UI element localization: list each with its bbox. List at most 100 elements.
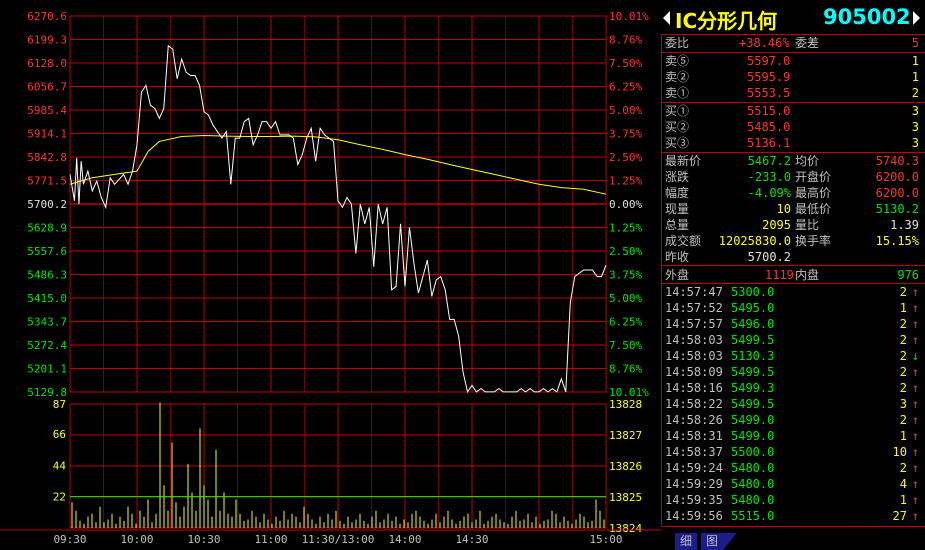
tick-volume: 2 [899,349,907,363]
ask-row: 卖① 5553.5 2 [661,85,923,101]
tick-direction-icon: ↑ [911,429,919,443]
quote-value-2: 5130.2 [875,202,919,216]
quote-label-2: 最低价 [795,202,832,216]
tick-direction-icon: ↑ [911,333,919,347]
tick-time: 14:59:35 [665,493,723,507]
tick-row: 14:59:24 5480.0 2 ↑ [661,460,923,476]
commission-diff-label: 委差 [795,36,820,50]
next-instrument-icon[interactable] [913,11,920,25]
tick-volume: 2 [899,461,907,475]
tab-chart[interactable]: 图 [701,533,723,550]
time-axis-label: 10:00 [120,533,153,546]
tick-time: 14:58:31 [665,429,723,443]
price-tick-label: 5557.6 [27,245,67,258]
price-tick-label: 5201.1 [27,363,67,376]
tick-volume: 1 [899,493,907,507]
price-tick-label: 5771.5 [27,175,67,188]
tick-price: 5300.0 [731,285,775,299]
quote-row: 幅度 -4.09% 最高价 6200.0 [661,185,923,201]
quote-label-2: 量比 [795,218,820,232]
tick-row: 14:59:35 5480.0 1 ↑ [661,492,923,508]
quote-label-2: 最高价 [795,186,832,200]
tick-row: 14:57:47 5300.0 2 ↑ [661,284,923,300]
tick-row: 14:58:03 5130.3 2 ↓ [661,348,923,364]
prev-instrument-icon[interactable] [663,11,670,25]
tick-volume: 10 [892,445,907,459]
bid-volume: 3 [911,120,919,134]
inner-value: 976 [897,268,919,282]
price-tick-label: 5272.4 [27,339,67,352]
price-tick-label: 6270.6 [27,10,67,23]
quote-label-2: 开盘价 [795,170,832,184]
bid-label: 买② [665,120,690,134]
price-tick-label: 5914.1 [27,128,67,141]
quote-panel: IC分形几何 905002 委比 +38.46% 委差 5 卖⑤ 5597.0 1 卖… [661,0,925,550]
tick-time: 14:58:03 [665,333,723,347]
tick-direction-icon: ↑ [911,477,919,491]
tick-price: 5495.0 [731,301,775,315]
instrument-name: IC分形几何 [675,9,778,33]
price-tick-label: 5700.2 [27,198,67,211]
tick-time: 14:59:56 [665,509,723,523]
pct-tick-label: 8.76% [609,34,642,47]
time-axis-label: 15:00 [589,533,622,546]
commission-diff-value: 5 [911,36,919,50]
instrument-code: 905002 [823,5,911,29]
volume-right-tick-label: 13828 [609,398,642,411]
time-axis-label: 11:00 [254,533,287,546]
tick-price: 5480.0 [731,493,775,507]
volume-tick-label: 22 [53,491,66,504]
ask-volume: 1 [911,70,919,84]
pct-tick-label: 3.75% [609,128,642,141]
tick-direction-icon: ↑ [911,381,919,395]
quote-row: 现量 10 最低价 5130.2 [661,201,923,217]
quote-value: -233.0 [747,170,791,184]
pct-tick-label: 0.00% [609,198,642,211]
price-tick-label: 5842.8 [27,151,67,164]
tick-volume: 2 [899,413,907,427]
pct-tick-label: 1.25% [609,222,642,235]
outer-value: 1119 [765,268,794,282]
quote-row: 最新价 5467.2 均价 5740.3 [661,153,923,169]
tick-time: 14:58:16 [665,381,723,395]
inner-label: 内盘 [795,268,820,282]
instrument-header: IC分形几何 905002 [661,3,925,33]
tab-detail[interactable]: 细 [675,533,697,550]
quote-value-2: 6200.0 [875,186,919,200]
ask-row: 卖⑤ 5597.0 1 [661,53,923,69]
volume-right-tick-label: 13825 [609,491,642,504]
pct-tick-label: 8.76% [609,363,642,376]
quote-label: 昨收 [665,250,690,264]
volume-tick-label: 66 [53,428,66,441]
tick-volume: 4 [899,477,907,491]
tick-direction-icon: ↓ [911,349,919,363]
ask-price: 5597.0 [747,54,791,68]
tick-volume: 2 [899,365,907,379]
pct-tick-label: 7.50% [609,339,642,352]
quote-label: 幅度 [665,186,690,200]
quote-label: 现量 [665,202,690,216]
ask-volume: 2 [911,86,919,100]
tick-price: 5500.0 [731,445,775,459]
time-axis-label: 10:30 [187,533,220,546]
bid-price: 5136.1 [747,136,791,150]
quote-value: 10 [776,202,791,216]
quote-value-2: 6200.0 [875,170,919,184]
volume-tick-label: 87 [53,398,66,411]
tick-price: 5499.5 [731,365,775,379]
ask-price: 5553.5 [747,86,791,100]
tick-row: 14:58:31 5499.0 1 ↑ [661,428,923,444]
intraday-chart[interactable]: 6270.6 10.01% 6199.3 8.76% 6128.0 7.50% 6056.7… [0,0,661,550]
tick-row: 14:59:29 5480.0 4 ↑ [661,476,923,492]
pct-tick-label: 5.00% [609,292,642,305]
tick-row: 14:58:03 5499.5 2 ↑ [661,332,923,348]
pct-tick-label: 3.75% [609,269,642,282]
tick-time: 14:57:47 [665,285,723,299]
pct-tick-label: 10.01% [609,10,649,23]
tick-price: 5480.0 [731,461,775,475]
tick-direction-icon: ↑ [911,365,919,379]
bid-volume: 3 [911,136,919,150]
quote-label-2: 均价 [795,154,820,168]
tick-direction-icon: ↑ [911,413,919,427]
ask-volume: 1 [911,54,919,68]
